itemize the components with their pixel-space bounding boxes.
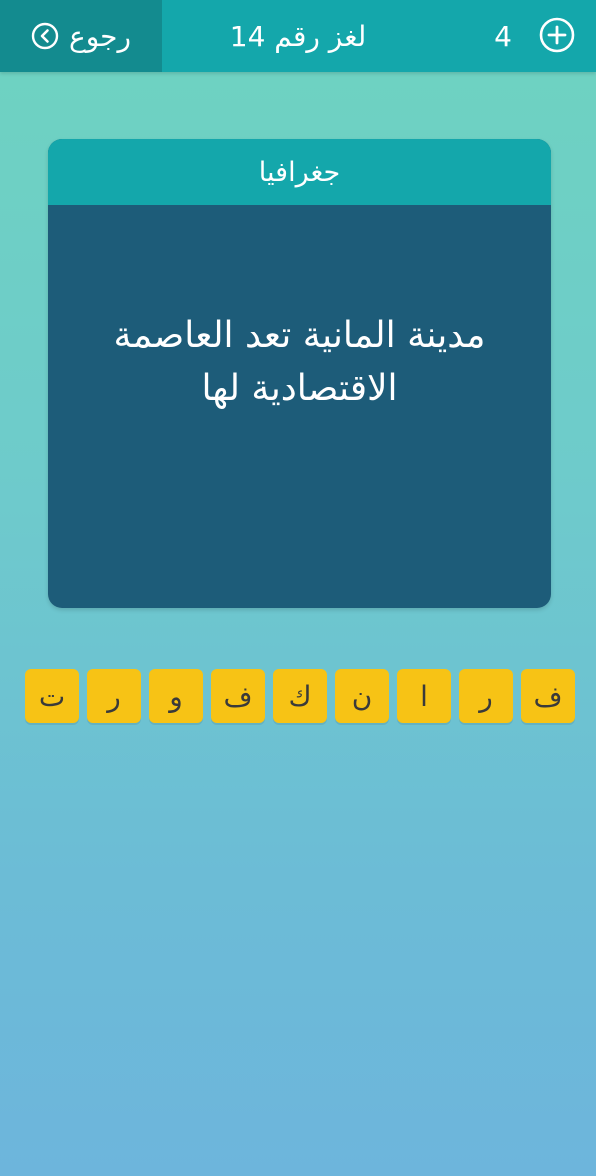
letter-tile[interactable]: ت bbox=[25, 669, 79, 723]
letter-tile[interactable]: ف bbox=[521, 669, 575, 723]
letter-tile[interactable]: ك bbox=[273, 669, 327, 723]
letter-tile[interactable]: ر bbox=[459, 669, 513, 723]
letter-tile[interactable]: ر bbox=[87, 669, 141, 723]
back-button[interactable]: رجوع bbox=[0, 0, 162, 72]
letter-tile[interactable]: ف bbox=[211, 669, 265, 723]
letter-tile[interactable]: ن bbox=[335, 669, 389, 723]
letter-tile[interactable]: و bbox=[149, 669, 203, 723]
question-text: مدينة المانية تعد العاصمة الاقتصادية لها bbox=[113, 315, 486, 409]
add-coins-button[interactable] bbox=[538, 16, 576, 58]
back-button-label: رجوع bbox=[68, 19, 131, 53]
letter-tile[interactable]: ا bbox=[397, 669, 451, 723]
chevron-left-circle-icon bbox=[31, 22, 59, 50]
question-panel: مدينة المانية تعد العاصمة الاقتصادية لها bbox=[48, 161, 551, 564]
top-bar: رجوع لغز رقم 14 4 bbox=[0, 0, 596, 72]
plus-circle-icon bbox=[538, 16, 576, 58]
puzzle-card: جغرافيا مدينة المانية تعد العاصمة الاقتص… bbox=[48, 139, 551, 608]
level-title: لغز رقم 14 bbox=[229, 19, 367, 53]
coin-count: 4 bbox=[494, 19, 512, 53]
letter-tiles: ف ر ا ن ك ف و ر ت bbox=[25, 669, 575, 723]
